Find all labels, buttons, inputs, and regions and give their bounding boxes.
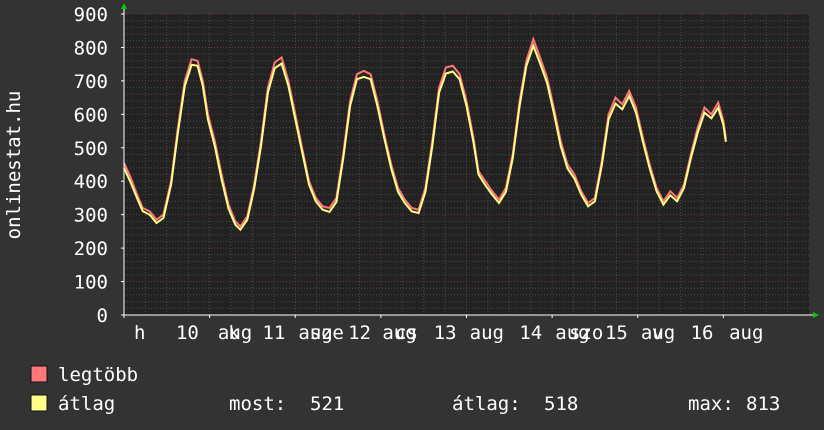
x-tick-label: 13 (434, 322, 457, 344)
x-tick-label: cs (395, 322, 418, 344)
y-tick-label: 100 (74, 272, 108, 294)
stats-row: most: 521 átlag: 518 max: 813 (229, 393, 780, 415)
y-tick-label: 600 (74, 104, 108, 126)
legend-label-max: legtöbb (58, 364, 138, 386)
x-tick-label: 16 (691, 322, 714, 344)
x-tick-label: v (652, 322, 663, 344)
traffic-chart: 0 100 200 300 400 500 600 700 800 900 h 10 aug k 11 au… (0, 0, 824, 430)
y-tick-label: 700 (74, 71, 108, 93)
legend-label-avg: átlag (58, 393, 115, 415)
x-tick-label: aug (470, 322, 504, 344)
x-tick-label: 14 (519, 322, 542, 344)
stat-max-value: 813 (746, 393, 780, 415)
y-axis-label: onlinestat.hu (3, 91, 25, 240)
stat-max-label: max: (688, 393, 734, 415)
y-tick-label: 500 (74, 138, 108, 160)
x-tick-label: 15 (605, 322, 628, 344)
x-tick-label: 11 (262, 322, 285, 344)
y-tick-label: 0 (97, 305, 108, 327)
y-tick-label: 300 (74, 205, 108, 227)
x-tick-label: 12 (348, 322, 371, 344)
x-tick-label: 10 (176, 322, 199, 344)
x-tick-label: szo (569, 322, 603, 344)
legend-swatch-max (30, 365, 48, 383)
stat-most-label: most: (229, 393, 286, 415)
stat-most-value: 521 (310, 393, 344, 415)
y-tick-label: 400 (74, 171, 108, 193)
y-tick-label: 800 (74, 37, 108, 59)
x-tick-label: k (228, 322, 240, 344)
y-tick-label: 900 (74, 4, 108, 26)
stat-avg-value: 518 (544, 393, 578, 415)
y-tick-label: 200 (74, 238, 108, 260)
x-tick-label: sze (310, 322, 344, 344)
x-tick-label: h (134, 322, 145, 344)
legend-swatch-avg (30, 394, 48, 412)
stat-avg-label: átlag: (452, 393, 521, 415)
x-tick-label: aug (729, 322, 763, 344)
